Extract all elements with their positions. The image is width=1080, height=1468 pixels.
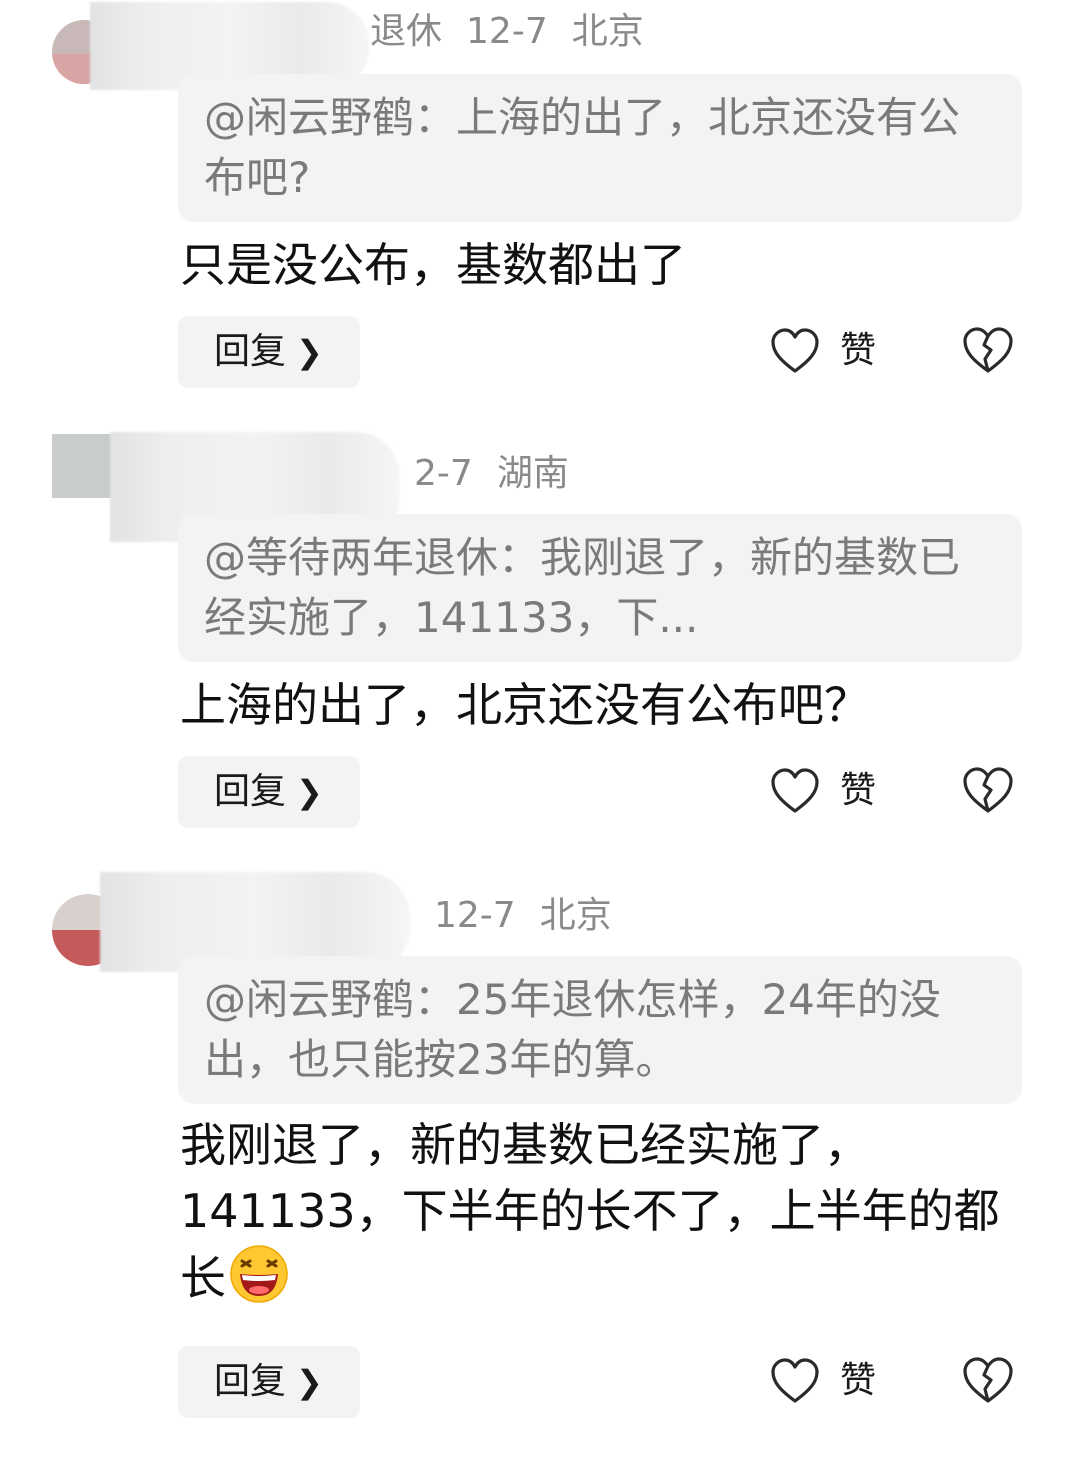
reply-button[interactable]: 回复 ❯ bbox=[178, 756, 360, 828]
quoted-reply[interactable]: @闲云野鹤：25年退休怎样，24年的没出，也只能按23年的算。 bbox=[178, 956, 1022, 1104]
comment-meta: 退休 12-7 北京 bbox=[370, 4, 668, 60]
comment-location: 湖南 bbox=[496, 453, 569, 494]
quoted-reply[interactable]: @闲云野鹤：上海的出了，北京还没有公布吧? bbox=[178, 74, 1022, 222]
comment-location: 北京 bbox=[571, 11, 644, 52]
reply-button-label: 回复 bbox=[214, 771, 287, 812]
comment-username: 退休 bbox=[370, 11, 443, 52]
broken-heart-icon[interactable] bbox=[962, 326, 1014, 374]
chevron-right-icon: ❯ bbox=[296, 333, 323, 371]
comment-date: 12-7 bbox=[434, 895, 516, 936]
reply-button[interactable]: 回复 ❯ bbox=[178, 1346, 360, 1418]
heart-outline-icon[interactable] bbox=[770, 768, 820, 814]
like-label[interactable]: 赞 bbox=[840, 326, 876, 376]
comment-date: 2-7 bbox=[414, 453, 473, 494]
like-label[interactable]: 赞 bbox=[840, 1356, 876, 1406]
quoted-reply[interactable]: @等待两年退休：我刚退了，新的基数已经实施了，141133，下... bbox=[178, 514, 1022, 662]
broken-heart-icon[interactable] bbox=[962, 1356, 1014, 1404]
comment-text: 上海的出了，北京还没有公布吧？ bbox=[180, 678, 870, 732]
reply-button-label: 回复 bbox=[214, 331, 287, 372]
quoted-reply-text: @等待两年退休：我刚退了，新的基数已经实施了，141133，下... bbox=[204, 533, 961, 642]
like-label[interactable]: 赞 bbox=[840, 766, 876, 816]
comment-text: 我刚退了，新的基数已经实施了，141133，下半年的长不了，上半年的都长 bbox=[180, 1112, 1010, 1311]
reply-button-label: 回复 bbox=[214, 1361, 287, 1402]
comment-meta: 12-7 北京 bbox=[410, 888, 636, 944]
comment-date: 12-7 bbox=[466, 11, 548, 52]
comment-text-body: 我刚退了，新的基数已经实施了，141133，下半年的长不了，上半年的都长 bbox=[180, 1118, 1000, 1305]
chevron-right-icon: ❯ bbox=[296, 773, 323, 811]
quoted-reply-text: @闲云野鹤：25年退休怎样，24年的没出，也只能按23年的算。 bbox=[204, 975, 941, 1084]
chevron-right-icon: ❯ bbox=[296, 1363, 323, 1401]
reply-button[interactable]: 回复 ❯ bbox=[178, 316, 360, 388]
heart-outline-icon[interactable] bbox=[770, 1358, 820, 1404]
heart-outline-icon[interactable] bbox=[770, 328, 820, 374]
comment-text: 只是没公布，基数都出了 bbox=[180, 238, 686, 292]
quoted-reply-text: @闲云野鹤：上海的出了，北京还没有公布吧? bbox=[204, 93, 961, 202]
broken-heart-icon[interactable] bbox=[962, 766, 1014, 814]
avatar[interactable] bbox=[52, 434, 116, 498]
grinning-laugh-emoji-icon bbox=[230, 1245, 288, 1303]
comment-meta: 2-7 湖南 bbox=[390, 446, 593, 502]
comment-location: 北京 bbox=[539, 895, 612, 936]
